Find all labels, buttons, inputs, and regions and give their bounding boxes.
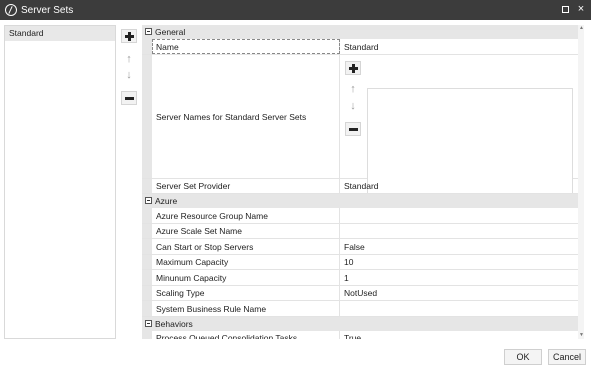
ok-button[interactable]: OK — [504, 349, 542, 365]
category-general[interactable]: General — [142, 25, 578, 39]
move-up-button[interactable]: ↑ — [121, 52, 137, 66]
category-label: Behaviors — [155, 319, 193, 329]
title-bar: Server Sets × — [0, 0, 591, 20]
provider-field[interactable]: Standard — [340, 179, 578, 193]
remove-server-name-button[interactable] — [345, 122, 361, 136]
max-capacity-field[interactable]: 10 — [340, 255, 578, 269]
grid-scrollbar[interactable]: ▲ ▼ — [578, 25, 584, 339]
property-row-start-stop[interactable]: Can Start or Stop Servers False — [142, 239, 578, 255]
move-down-button[interactable]: ↓ — [121, 68, 137, 82]
scale-set-field[interactable] — [340, 224, 578, 238]
move-up-button[interactable]: ↑ — [345, 82, 361, 96]
category-behaviors[interactable]: Behaviors — [142, 317, 578, 331]
property-row-queued-tasks[interactable]: Process Queued Consolidation Tasks True — [142, 331, 578, 339]
scroll-up-icon[interactable]: ▲ — [579, 26, 584, 31]
property-name: Minunum Capacity — [152, 270, 340, 285]
property-name: Can Start or Stop Servers — [152, 239, 340, 254]
minus-icon — [124, 96, 134, 100]
category-label: Azure — [155, 196, 178, 206]
app-logo-icon — [5, 4, 17, 16]
business-rule-field[interactable] — [340, 301, 578, 316]
property-grid[interactable]: General Name Standard Server Names for S… — [142, 25, 578, 339]
plus-icon — [348, 63, 358, 73]
queued-tasks-field[interactable]: True — [340, 331, 578, 339]
arrow-up-icon: ↑ — [126, 52, 132, 65]
window-title: Server Sets — [21, 4, 74, 16]
scaling-type-field[interactable]: NotUsed — [340, 286, 578, 300]
property-name: Azure Scale Set Name — [152, 224, 340, 238]
server-sets-list[interactable]: Standard — [4, 25, 116, 339]
start-stop-field[interactable]: False — [340, 239, 578, 254]
add-server-set-button[interactable] — [121, 29, 137, 43]
close-icon[interactable]: × — [575, 3, 587, 16]
remove-server-set-button[interactable] — [121, 91, 137, 105]
arrow-down-icon: ↓ — [350, 99, 356, 112]
name-field[interactable]: Standard — [340, 39, 578, 54]
category-label: General — [155, 27, 186, 37]
property-name: Server Set Provider — [152, 179, 340, 193]
add-server-name-button[interactable] — [345, 61, 361, 75]
collapse-icon[interactable] — [145, 28, 152, 35]
property-row-max-capacity[interactable]: Maximum Capacity 10 — [142, 255, 578, 270]
property-row-business-rule[interactable]: System Business Rule Name — [142, 301, 578, 317]
property-name: Server Names for Standard Server Sets — [152, 55, 340, 178]
collapse-icon[interactable] — [145, 320, 152, 327]
scroll-down-icon[interactable]: ▼ — [579, 333, 584, 338]
collapse-icon[interactable] — [145, 197, 152, 204]
property-row-name[interactable]: Name Standard — [142, 39, 578, 55]
property-name: Process Queued Consolidation Tasks — [152, 331, 340, 339]
property-name: Maximum Capacity — [152, 255, 340, 269]
property-name: Scaling Type — [152, 286, 340, 300]
arrow-up-icon: ↑ — [350, 82, 356, 95]
maximize-icon[interactable] — [559, 3, 571, 16]
move-down-button[interactable]: ↓ — [345, 99, 361, 113]
category-azure[interactable]: Azure — [142, 194, 578, 208]
property-name: Name — [152, 39, 340, 54]
minus-icon — [348, 127, 358, 131]
cancel-button[interactable]: Cancel — [548, 349, 586, 365]
property-row-resource-group[interactable]: Azure Resource Group Name — [142, 208, 578, 224]
property-name: System Business Rule Name — [152, 301, 340, 316]
property-row-server-names[interactable]: Server Names for Standard Server Sets ↑ … — [142, 55, 578, 206]
list-item[interactable]: Standard — [5, 26, 115, 41]
property-row-scale-set[interactable]: Azure Scale Set Name — [142, 224, 578, 239]
arrow-down-icon: ↓ — [126, 68, 132, 81]
min-capacity-field[interactable]: 1 — [340, 270, 578, 285]
property-row-provider[interactable]: Server Set Provider Standard — [142, 179, 578, 194]
plus-icon — [124, 31, 134, 41]
property-name: Azure Resource Group Name — [152, 208, 340, 223]
property-row-scaling-type[interactable]: Scaling Type NotUsed — [142, 286, 578, 301]
resource-group-field[interactable] — [340, 208, 578, 223]
property-row-min-capacity[interactable]: Minunum Capacity 1 — [142, 270, 578, 286]
